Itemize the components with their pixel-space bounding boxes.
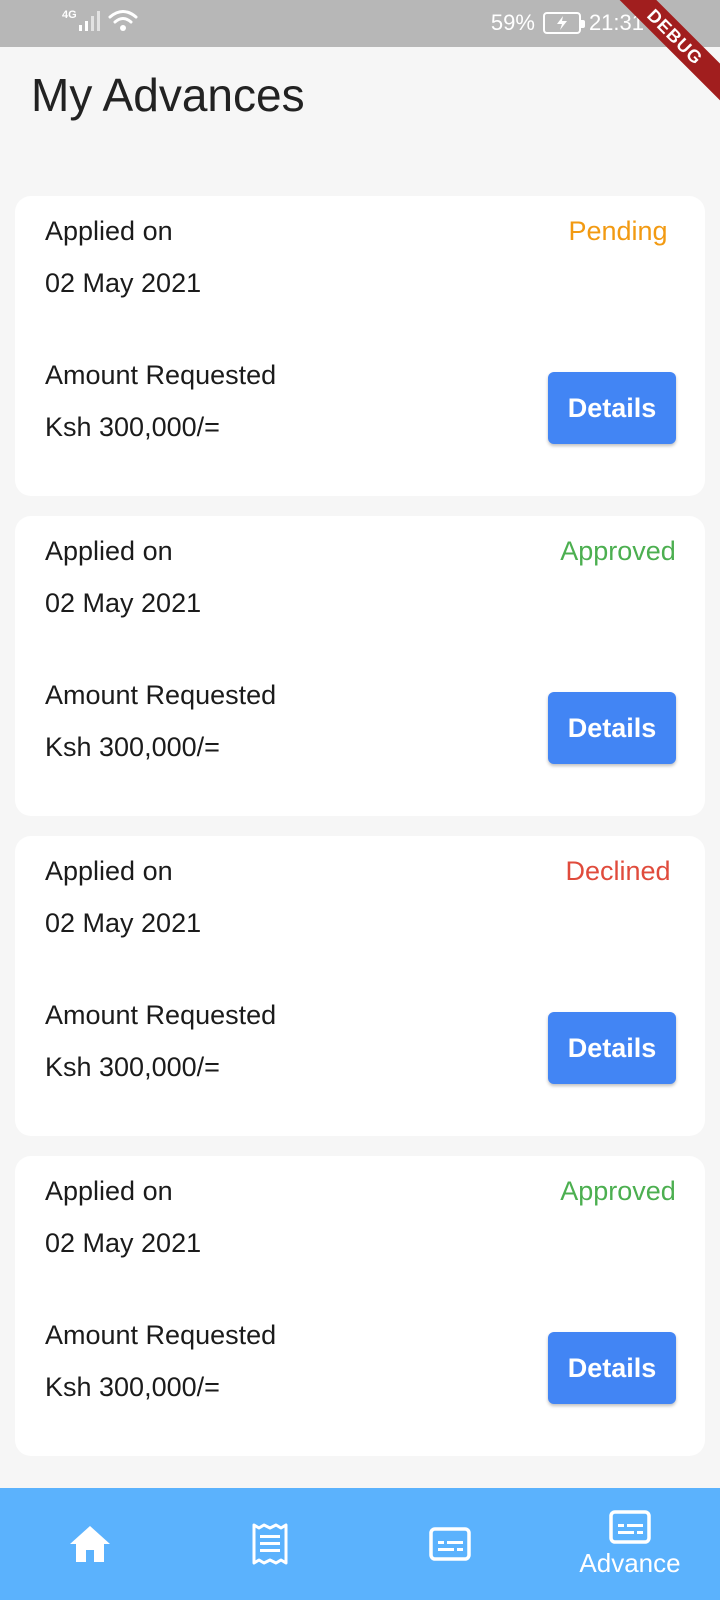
wifi-icon [108, 10, 138, 31]
battery-charging-icon [542, 12, 585, 34]
nav-item-home[interactable] [0, 1488, 180, 1600]
applied-date: 02 May 2021 [45, 1228, 202, 1258]
details-button[interactable]: Details [548, 692, 676, 764]
amount-requested-label: Amount Requested [45, 680, 277, 710]
advance-card: Applied on 02 May 2021 Approved Amount R… [15, 1156, 705, 1456]
amount-value: Ksh 300,000/= [45, 1372, 220, 1402]
applied-date: 02 May 2021 [45, 588, 202, 618]
home-icon [70, 1526, 110, 1562]
status-badge: Approved [560, 1176, 676, 1206]
nav-item-advance[interactable]: Advance [540, 1488, 720, 1600]
network-type-label: 4G [62, 9, 77, 21]
bottom-nav: Advance [0, 1488, 720, 1600]
nav-label-advance: Advance [579, 1547, 681, 1578]
details-button[interactable]: Details [548, 1332, 676, 1404]
page-title: My Advances [31, 69, 305, 121]
applied-on-label: Applied on [45, 536, 173, 566]
advance-card: Applied on 02 May 2021 Pending Amount Re… [15, 196, 705, 496]
applied-on-label: Applied on [45, 856, 173, 886]
applied-on-label: Applied on [45, 1176, 173, 1206]
receipt-icon [252, 1523, 288, 1565]
applied-date: 02 May 2021 [45, 908, 202, 938]
status-badge: Approved [560, 536, 676, 566]
signal-icon [78, 9, 100, 31]
applied-date: 02 May 2021 [45, 268, 202, 298]
nav-item-payslip[interactable] [360, 1488, 540, 1600]
amount-requested-label: Amount Requested [45, 1000, 277, 1030]
nav-item-transactions[interactable] [180, 1488, 360, 1600]
details-button[interactable]: Details [548, 372, 676, 444]
amount-value: Ksh 300,000/= [45, 1052, 220, 1082]
applied-on-label: Applied on [45, 216, 173, 246]
advance-card: Applied on 02 May 2021 Approved Amount R… [15, 516, 705, 816]
battery-percent: 59% [490, 10, 535, 35]
status-right: 59% 21:31 [491, 10, 644, 36]
advance-card: Applied on 02 May 2021 Declined Amount R… [15, 836, 705, 1136]
status-badge: Declined [565, 856, 671, 886]
amount-requested-label: Amount Requested [45, 1320, 277, 1350]
card-icon [609, 1509, 651, 1544]
details-button[interactable]: Details [548, 1012, 676, 1084]
status-left: 4G [62, 9, 138, 33]
status-bar: 4G 59% 21:31 [0, 0, 720, 47]
amount-value: Ksh 300,000/= [45, 732, 220, 762]
amount-value: Ksh 300,000/= [45, 412, 220, 442]
advances-list: Applied on 02 May 2021 Pending Amount Re… [15, 196, 705, 1476]
card-icon [429, 1527, 471, 1561]
amount-requested-label: Amount Requested [45, 360, 277, 390]
status-badge: Pending [568, 216, 668, 246]
